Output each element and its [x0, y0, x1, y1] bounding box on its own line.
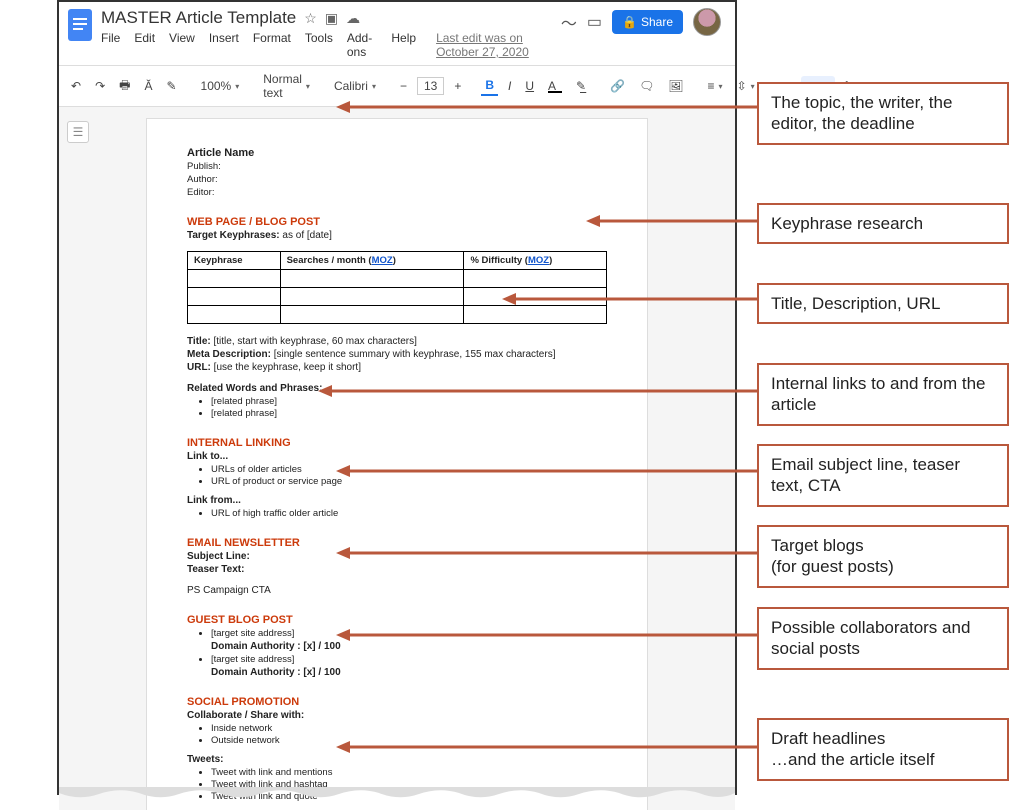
social-heading: SOCIAL PROMOTION	[187, 696, 607, 708]
list-item: [target site address]	[211, 654, 607, 665]
callout-topic: The topic, the writer, the editor, the d…	[757, 82, 1009, 145]
paint-icon[interactable]: ✎	[162, 77, 180, 95]
menubar: File Edit View Insert Format Tools Add-o…	[101, 31, 561, 59]
menu-edit[interactable]: Edit	[134, 31, 155, 59]
fontsize-inc[interactable]: +	[450, 77, 465, 95]
callout-headlines: Draft headlines …and the article itself	[757, 718, 1009, 781]
outline-toggle-icon[interactable]: ☰	[67, 121, 89, 143]
lock-icon: 🔒	[622, 15, 637, 29]
arrow	[586, 214, 758, 228]
align-icon[interactable]: ≡	[704, 77, 727, 95]
article-name: Article Name	[187, 147, 607, 159]
avatar[interactable]	[693, 8, 721, 36]
move-icon[interactable]: ▣	[325, 10, 338, 27]
zoom-select[interactable]: 100%	[197, 77, 244, 95]
arrow	[318, 384, 758, 398]
docs-logo-icon	[67, 8, 93, 42]
menu-view[interactable]: View	[169, 31, 195, 59]
webpage-heading: WEB PAGE / BLOG POST	[187, 216, 607, 228]
bold-button[interactable]: B	[481, 76, 498, 96]
spellcheck-icon[interactable]: Ă	[140, 77, 156, 95]
callout-email: Email subject line, teaser text, CTA	[757, 444, 1009, 507]
guest-heading: GUEST BLOG POST	[187, 614, 607, 626]
menu-file[interactable]: File	[101, 31, 120, 59]
star-icon[interactable]: ☆	[304, 10, 317, 27]
menu-format[interactable]: Format	[253, 31, 291, 59]
list-item: [related phrase]	[211, 408, 607, 419]
callout-social: Possible collaborators and social posts	[757, 607, 1009, 670]
list-item: Inside network	[211, 723, 607, 734]
textcolor-button[interactable]: A	[544, 77, 566, 95]
print-icon[interactable]: 🖶	[115, 74, 134, 99]
internal-heading: INTERNAL LINKING	[187, 437, 607, 449]
arrow	[336, 628, 758, 642]
keyphrase-table: Keyphrase Searches / month (MOZ) % Diffi…	[187, 251, 607, 324]
link-icon[interactable]: 🔗	[606, 77, 629, 95]
editor-line: Editor:	[187, 187, 607, 198]
arrow	[336, 740, 758, 754]
callout-title: Title, Description, URL	[757, 283, 1009, 324]
menu-help[interactable]: Help	[391, 31, 416, 59]
callout-keyphrase: Keyphrase research	[757, 203, 1009, 244]
fontsize[interactable]: 13	[417, 77, 444, 95]
author-line: Author:	[187, 174, 607, 185]
undo-icon[interactable]: ↶	[67, 77, 85, 95]
arrow	[336, 546, 758, 560]
th-difficulty: % Difficulty (MOZ)	[464, 252, 607, 270]
list-item: Tweet with link and hashtag	[211, 779, 607, 790]
style-select[interactable]: Normal text	[259, 70, 314, 102]
th-keyphrase: Keyphrase	[188, 252, 281, 270]
menu-insert[interactable]: Insert	[209, 31, 239, 59]
viewport: ☰ Article Name Publish: Author: Editor: …	[59, 107, 735, 810]
last-edit-text[interactable]: Last edit was on October 27, 2020	[436, 31, 561, 59]
list-item: Tweet with link and mentions	[211, 767, 607, 778]
titlebar: MASTER Article Template ☆ ▣ ☁ File Edit …	[59, 2, 735, 59]
highlight-icon[interactable]: ✎̲	[572, 77, 590, 95]
image-icon[interactable]: 🖼	[664, 77, 687, 95]
callout-guest: Target blogs (for guest posts)	[757, 525, 1009, 588]
fontsize-dec[interactable]: −	[396, 77, 411, 95]
arrow	[336, 464, 758, 478]
redo-icon[interactable]: ↷	[91, 77, 109, 95]
menu-addons[interactable]: Add-ons	[347, 31, 378, 59]
list-item: URL of high traffic older article	[211, 508, 607, 519]
moz-link[interactable]: MOZ	[372, 255, 393, 266]
arrow	[502, 292, 758, 306]
comments-icon[interactable]: ▭	[587, 12, 602, 32]
underline-button[interactable]: U	[521, 77, 538, 95]
callout-internal: Internal links to and from the article	[757, 363, 1009, 426]
doc-title[interactable]: MASTER Article Template	[101, 8, 296, 28]
cloud-icon[interactable]: ☁	[346, 10, 360, 27]
moz-link[interactable]: MOZ	[528, 255, 549, 266]
arrow	[336, 100, 758, 114]
linespacing-icon[interactable]: ⇳	[733, 77, 759, 95]
th-searches: Searches / month (MOZ)	[280, 252, 464, 270]
menu-tools[interactable]: Tools	[305, 31, 333, 59]
font-select[interactable]: Calibri	[330, 77, 380, 95]
list-item: Tweet with link and quote	[211, 791, 607, 802]
share-button[interactable]: 🔒Share	[612, 10, 683, 34]
italic-button[interactable]: I	[504, 77, 515, 95]
comment-icon[interactable]: 🗨	[635, 77, 658, 95]
publish-line: Publish:	[187, 161, 607, 172]
activity-icon[interactable]: 〜	[561, 10, 577, 34]
